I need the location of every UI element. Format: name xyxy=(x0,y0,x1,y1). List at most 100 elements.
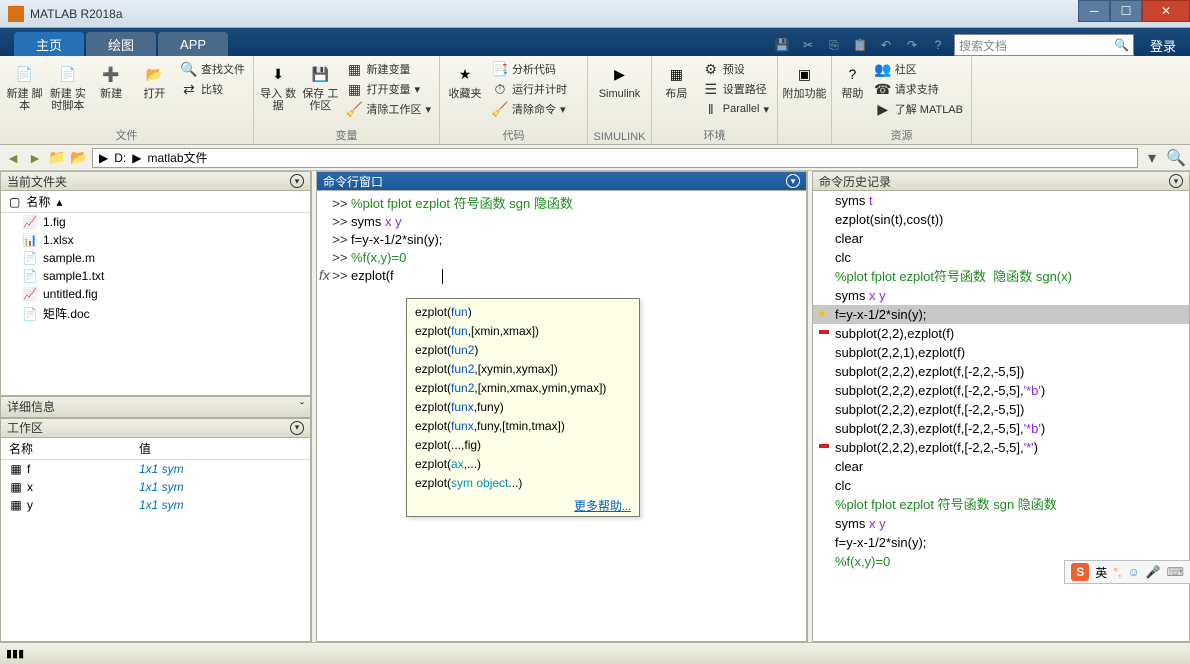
history-item[interactable]: syms x y xyxy=(813,286,1189,305)
workspace-row[interactable]: ▦y1x1 sym xyxy=(1,496,310,514)
file-item[interactable]: 📄sample.m xyxy=(1,249,310,267)
help-button[interactable]: ?帮助 xyxy=(836,58,869,100)
panel-menu-icon[interactable]: ▾ xyxy=(1169,174,1183,188)
history-item[interactable]: subplot(2,2),ezplot(f) xyxy=(813,324,1189,343)
more-help-link[interactable]: 更多帮助... xyxy=(415,493,631,514)
save-workspace-button[interactable]: 💾保存 工作区 xyxy=(300,58,340,112)
hint-item[interactable]: ezplot(funx,funy) xyxy=(415,398,631,417)
compare-button[interactable]: ⇄比较 xyxy=(177,80,249,98)
workspace-row[interactable]: ▦f1x1 sym xyxy=(1,460,310,478)
history-item[interactable]: subplot(2,2,2),ezplot(f,[-2,2,-5,5],'*b'… xyxy=(813,381,1189,400)
analyze-code-button[interactable]: 📑分析代码 xyxy=(488,60,571,78)
addons-button[interactable]: ▣附加功能 xyxy=(782,58,827,100)
maximize-button[interactable]: ☐ xyxy=(1110,0,1142,22)
ime-punct-icon[interactable]: °, xyxy=(1113,565,1121,579)
new-variable-button[interactable]: ▦新建变量 xyxy=(342,60,435,78)
open-variable-button[interactable]: ▦打开变量 ▾ xyxy=(342,80,435,98)
path-input[interactable]: ▶D:▶matlab文件 xyxy=(92,148,1138,168)
history-item[interactable]: subplot(2,2,2),ezplot(f,[-2,2,-5,5]) xyxy=(813,362,1189,381)
hint-item[interactable]: ezplot(...,fig) xyxy=(415,436,631,455)
new-live-script-button[interactable]: 📄新建 实时脚本 xyxy=(47,58,88,112)
ime-toolbar[interactable]: S 英 °, ☺ 🎤 ⌨ xyxy=(1064,560,1190,584)
forward-icon[interactable]: ► xyxy=(26,149,44,167)
favorites-button[interactable]: ★收藏夹 xyxy=(444,58,486,100)
copy-icon[interactable]: ⎘ xyxy=(824,35,844,55)
hint-item[interactable]: ezplot(fun2,[xmin,xmax,ymin,ymax]) xyxy=(415,379,631,398)
history-item[interactable]: clear xyxy=(813,457,1189,476)
find-files-button[interactable]: 🔍查找文件 xyxy=(177,60,249,78)
hint-item[interactable]: ezplot(ax,...) xyxy=(415,455,631,474)
hint-item[interactable]: ezplot(fun2,[xymin,xymax]) xyxy=(415,360,631,379)
command-history-header[interactable]: 命令历史记录▾ xyxy=(812,171,1190,191)
history-item[interactable]: subplot(2,2,3),ezplot(f,[-2,2,-5,5],'*b'… xyxy=(813,419,1189,438)
history-item[interactable]: clc xyxy=(813,248,1189,267)
hint-item[interactable]: ezplot(fun2) xyxy=(415,341,631,360)
path-dropdown-icon[interactable]: ▾ xyxy=(1142,148,1162,168)
code-completion-popup[interactable]: ezplot(fun)ezplot(fun,[xmin,xmax])ezplot… xyxy=(406,298,640,517)
history-item[interactable]: clc xyxy=(813,476,1189,495)
close-button[interactable]: ✕ xyxy=(1142,0,1190,22)
file-item[interactable]: 📄sample1.txt xyxy=(1,267,310,285)
history-item[interactable]: ★f=y-x-1/2*sin(y); xyxy=(813,305,1189,324)
open-button[interactable]: 📂打开 xyxy=(134,58,175,100)
file-item[interactable]: 📊1.xlsx xyxy=(1,231,310,249)
history-item[interactable]: f=y-x-1/2*sin(y); xyxy=(813,533,1189,552)
command-window-header[interactable]: 命令行窗口▾ xyxy=(316,171,807,191)
hint-item[interactable]: ezplot(sym object...) xyxy=(415,474,631,493)
path-search-icon[interactable]: 🔍 xyxy=(1166,148,1186,168)
set-path-button[interactable]: ☰设置路径 xyxy=(699,80,773,98)
login-button[interactable]: 登录 xyxy=(1140,36,1186,55)
parallel-button[interactable]: ‖Parallel ▾ xyxy=(699,100,773,118)
file-item[interactable]: 📄矩阵.doc xyxy=(1,303,310,324)
workspace-header[interactable]: 工作区▾ xyxy=(0,418,311,438)
ws-name-column[interactable]: 名称 xyxy=(1,438,131,459)
history-item[interactable]: subplot(2,2,2),ezplot(f,[-2,2,-5,5]) xyxy=(813,400,1189,419)
help-icon[interactable]: ? xyxy=(928,35,948,55)
paste-icon[interactable]: 📋 xyxy=(850,35,870,55)
preferences-button[interactable]: ⚙预设 xyxy=(699,60,773,78)
history-item[interactable]: subplot(2,2,2),ezplot(f,[-2,2,-5,5],'*') xyxy=(813,438,1189,457)
save-icon[interactable]: 💾 xyxy=(772,35,792,55)
ws-value-column[interactable]: 值 xyxy=(131,438,159,459)
tab-apps[interactable]: APP xyxy=(158,32,228,56)
back-icon[interactable]: ◄ xyxy=(4,149,22,167)
new-button[interactable]: ➕新建 xyxy=(91,58,132,100)
simulink-button[interactable]: ▶Simulink xyxy=(592,58,647,100)
request-support-button[interactable]: ☎请求支持 xyxy=(871,80,967,98)
workspace-list[interactable]: 名称值 ▦f1x1 sym▦x1x1 sym▦y1x1 sym xyxy=(0,438,311,643)
search-docs-input[interactable]: 搜索文档🔍 xyxy=(954,34,1134,56)
redo-icon[interactable]: ↷ xyxy=(902,35,922,55)
clear-commands-button[interactable]: 🧹清除命令 ▾ xyxy=(488,100,571,118)
history-item[interactable]: subplot(2,2,1),ezplot(f) xyxy=(813,343,1189,362)
hint-item[interactable]: ezplot(fun,[xmin,xmax]) xyxy=(415,322,631,341)
import-data-button[interactable]: ⬇导入 数据 xyxy=(258,58,298,112)
panel-menu-icon[interactable]: ▾ xyxy=(786,174,800,188)
panel-menu-icon[interactable]: ▾ xyxy=(290,174,304,188)
run-and-time-button[interactable]: ⏱运行并计时 xyxy=(488,80,571,98)
history-item[interactable]: syms t xyxy=(813,191,1189,210)
history-item[interactable]: clear xyxy=(813,229,1189,248)
up-arrow-icon[interactable]: 📂 xyxy=(70,149,88,167)
new-script-button[interactable]: 📄新建 脚本 xyxy=(4,58,45,112)
current-folder-header[interactable]: 当前文件夹▾ xyxy=(0,171,311,191)
history-item[interactable]: ezplot(sin(t),cos(t)) xyxy=(813,210,1189,229)
panel-menu-icon[interactable]: ▾ xyxy=(290,421,304,435)
ime-mic-icon[interactable]: 🎤 xyxy=(1146,565,1161,579)
file-item[interactable]: 📈1.fig xyxy=(1,213,310,231)
ime-keyboard-icon[interactable]: ⌨ xyxy=(1167,565,1184,579)
ime-emoji-icon[interactable]: ☺ xyxy=(1127,565,1139,579)
fx-icon[interactable]: fx xyxy=(319,267,330,283)
hint-item[interactable]: ezplot(funx,funy,[tmin,tmax]) xyxy=(415,417,631,436)
tab-plots[interactable]: 绘图 xyxy=(86,32,156,56)
undo-icon[interactable]: ↶ xyxy=(876,35,896,55)
community-button[interactable]: 👥社区 xyxy=(871,60,967,78)
file-item[interactable]: 📈untitled.fig xyxy=(1,285,310,303)
name-column[interactable]: 名称 xyxy=(26,193,50,210)
minimize-button[interactable]: ─ xyxy=(1078,0,1110,22)
layout-button[interactable]: ▦布局 xyxy=(656,58,697,100)
up-folder-icon[interactable]: 📁 xyxy=(48,149,66,167)
history-item[interactable]: %plot fplot ezplot 符号函数 sgn 隐函数 xyxy=(813,495,1189,514)
clear-workspace-button[interactable]: 🧹清除工作区 ▾ xyxy=(342,100,435,118)
history-item[interactable]: %plot fplot ezplot符号函数 隐函数 sgn(x) xyxy=(813,267,1189,286)
history-item[interactable]: syms x y xyxy=(813,514,1189,533)
